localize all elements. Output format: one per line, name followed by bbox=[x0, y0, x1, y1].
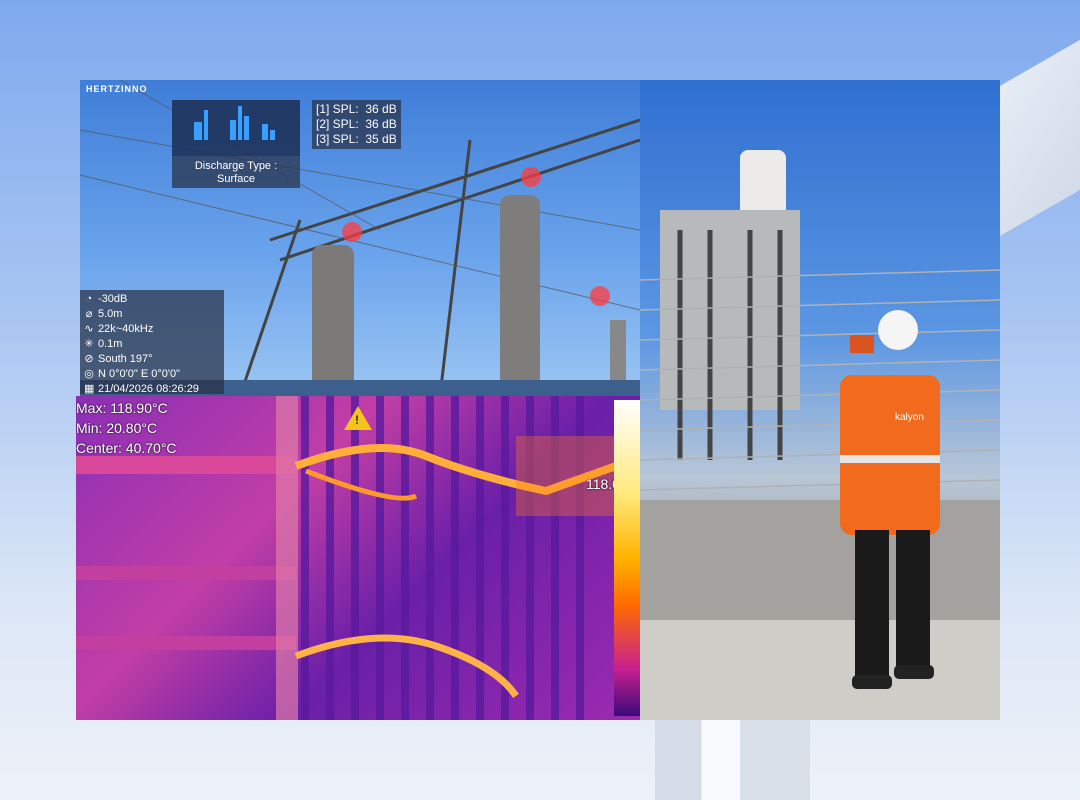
thermal-camera-panel: ! Max: 118.90°C Min: 20.80°C Center: 40.… bbox=[76, 396, 640, 720]
resolution-value: 0.1m bbox=[98, 338, 123, 350]
discharge-type-box: Discharge Type : Surface bbox=[172, 100, 300, 188]
compass-icon: ⊘ bbox=[84, 353, 94, 365]
brand-logo-text: HERTZINNO bbox=[86, 84, 148, 94]
thermal-min: Min: 20.80°C bbox=[76, 420, 158, 436]
turbine-tower-decoration bbox=[655, 715, 810, 800]
calendar-icon: ▦ bbox=[84, 383, 95, 395]
frequency-value: 22k~40kHz bbox=[98, 323, 154, 335]
distance-value: 5.0m bbox=[98, 308, 123, 320]
discharge-type-label: Discharge Type : bbox=[194, 160, 278, 172]
thermal-max: Max: 118.90°C bbox=[76, 400, 168, 416]
hard-hat bbox=[878, 310, 918, 350]
discharge-type-value: Surface bbox=[217, 173, 255, 185]
vest-brand-text: kalyon bbox=[895, 412, 924, 423]
threshold-icon: ◔ bbox=[85, 293, 93, 305]
thermal-center: Center: 40.70°C bbox=[76, 440, 177, 456]
spl-3: [3] SPL: 35 dB bbox=[316, 132, 397, 146]
frequency-icon: ∿ bbox=[84, 323, 94, 335]
gps-icon: ◎ bbox=[84, 368, 94, 380]
discharge-hotspot-3 bbox=[590, 286, 610, 306]
camera-parameters-box: ◔ -30dB ⌀ 5.0m ∿ 22k~40kHz ✳ 0.1m ⊘ South 197… bbox=[80, 290, 224, 395]
bushing-right bbox=[500, 195, 540, 396]
distance-icon: ⌀ bbox=[85, 308, 93, 320]
prpd-spectrum bbox=[172, 100, 300, 156]
bushing-left bbox=[312, 245, 354, 396]
discharge-hotspot-1 bbox=[342, 222, 362, 242]
discharge-hotspot-2 bbox=[521, 167, 541, 187]
spl-2: [2] SPL: 36 dB bbox=[316, 117, 397, 131]
field-photo-panel: kalyon bbox=[640, 80, 1000, 720]
warning-triangle-icon: ! bbox=[344, 406, 372, 430]
temperature-color-scale bbox=[614, 400, 640, 716]
handheld-camera bbox=[850, 335, 874, 353]
acoustic-camera-panel: HERTZINNO Discharge Type : Surface [1] S… bbox=[80, 80, 640, 396]
spl-1: [1] SPL: 36 dB bbox=[316, 102, 397, 116]
spl-readout-box: [1] SPL: 36 dB [2] SPL: 36 dB [3] SPL: 3… bbox=[312, 100, 401, 149]
heading-value: South 197° bbox=[98, 353, 153, 365]
resolution-icon: ✳ bbox=[84, 338, 94, 350]
gps-value: N 0°0'0" E 0°0'0" bbox=[98, 368, 180, 380]
substation-photo-graphic: kalyon bbox=[640, 150, 1000, 720]
timestamp-value: 21/04/2026 08:26:29 bbox=[98, 383, 199, 395]
threshold-value: -30dB bbox=[98, 293, 128, 305]
